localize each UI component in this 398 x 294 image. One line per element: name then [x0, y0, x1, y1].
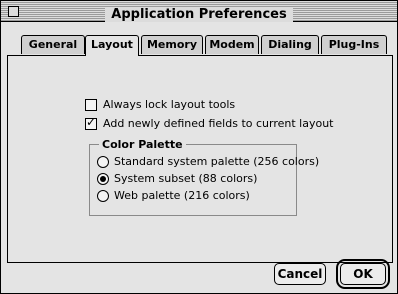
tab-general[interactable]: General	[21, 35, 85, 54]
title-bar[interactable]: Application Preferences	[1, 1, 397, 22]
tab-layout[interactable]: Layout	[85, 35, 139, 56]
radio-system-subset[interactable]: System subset (88 colors)	[97, 173, 257, 185]
radio-icon[interactable]	[97, 156, 109, 168]
color-palette-title: Color Palette	[99, 139, 186, 151]
checkmark-icon: ✓	[86, 115, 97, 129]
radio-label: Standard system palette (256 colors)	[114, 155, 320, 168]
checkbox-label: Always lock layout tools	[103, 98, 236, 111]
tab-dialing[interactable]: Dialing	[261, 35, 319, 54]
radio-selected-dot-icon	[100, 176, 106, 182]
cancel-button[interactable]: Cancel	[274, 263, 326, 285]
tab-plug-ins[interactable]: Plug-Ins	[321, 35, 387, 54]
radio-label: System subset (88 colors)	[114, 172, 258, 185]
tab-modem[interactable]: Modem	[205, 35, 259, 54]
radio-label: Web palette (216 colors)	[114, 189, 250, 202]
radio-icon[interactable]	[97, 173, 109, 185]
window-title: Application Preferences	[105, 7, 293, 22]
checkbox-always-lock-layout-tools[interactable]: Always lock layout tools	[85, 99, 235, 111]
ok-button[interactable]: OK	[336, 259, 390, 289]
radio-standard-system-palette[interactable]: Standard system palette (256 colors)	[97, 156, 319, 168]
radio-web-palette[interactable]: Web palette (216 colors)	[97, 190, 250, 202]
checkbox-label: Add newly defined fields to current layo…	[103, 117, 334, 130]
preferences-window: Application Preferences General Layout M…	[0, 0, 398, 294]
radio-icon[interactable]	[97, 190, 109, 202]
tab-memory[interactable]: Memory	[141, 35, 203, 54]
checkbox-icon[interactable]: ✓	[85, 115, 97, 130]
tab-bar: General Layout Memory Modem Dialing Plug…	[21, 35, 391, 56]
checkbox-icon[interactable]	[85, 99, 97, 111]
checkbox-add-newly-defined-fields[interactable]: ✓ Add newly defined fields to current lay…	[85, 115, 334, 130]
